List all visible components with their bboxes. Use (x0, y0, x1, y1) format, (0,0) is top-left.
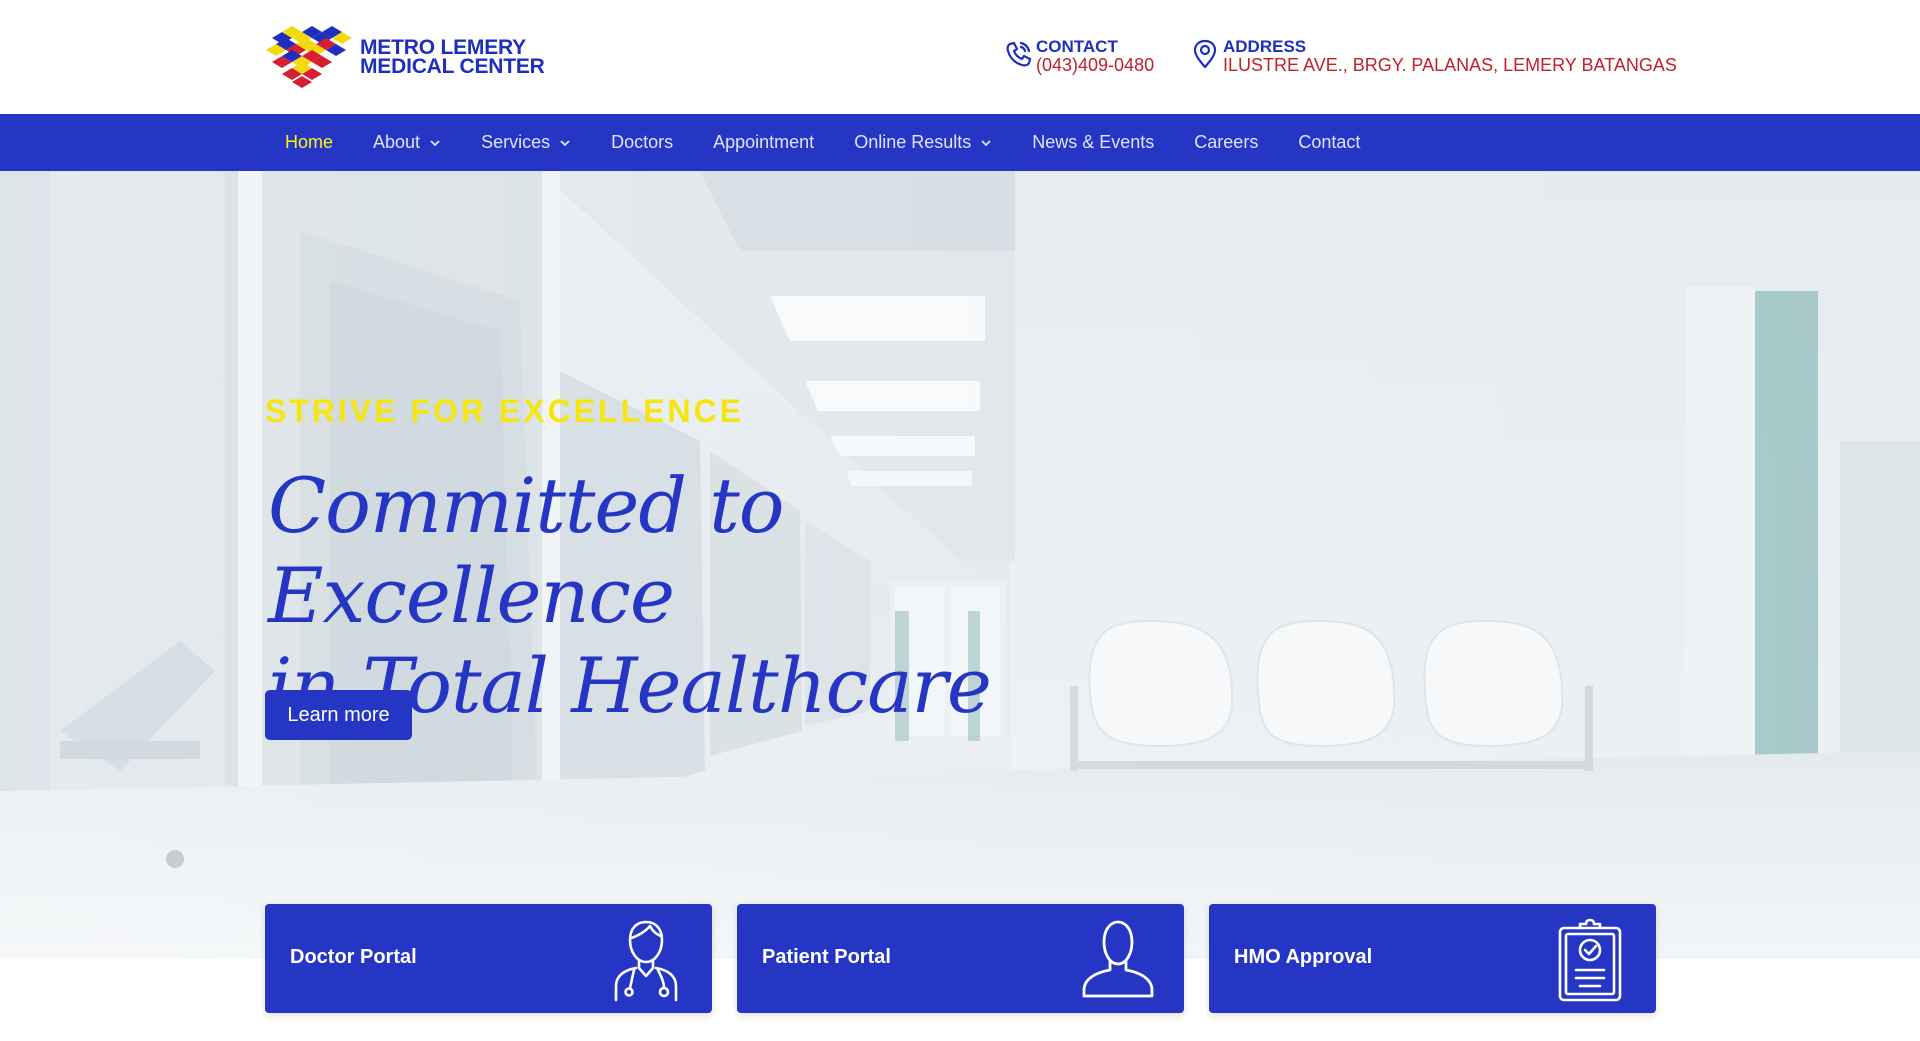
patient-portal-card[interactable]: Patient Portal (737, 904, 1184, 1013)
contact-label: CONTACT (1036, 37, 1118, 56)
card-label: Doctor Portal (290, 946, 417, 968)
nav-item-contact[interactable]: Contact (1278, 114, 1380, 171)
doctor-portal-card[interactable]: Doctor Portal (265, 904, 712, 1013)
contact-phone[interactable]: (043)409-0480 (1036, 56, 1154, 75)
clipboard-check-icon (1558, 918, 1622, 1002)
nav-item-news-events[interactable]: News & Events (1012, 114, 1174, 171)
nav-item-label: Contact (1298, 132, 1361, 152)
phone-icon (1006, 41, 1032, 67)
nav-item-label: Home (285, 132, 334, 152)
hero-section: STRIVE FOR EXCELLENCE Committed to Excel… (0, 171, 1920, 959)
learn-more-button[interactable]: Learn more (265, 690, 412, 740)
nav-item-label: Careers (1194, 132, 1259, 152)
main-nav: Home About Services Doctors Appointment … (0, 114, 1920, 171)
address-value: ILUSTRE AVE., BRGY. PALANAS, LEMERY BATA… (1223, 55, 1677, 75)
hmo-approval-card[interactable]: HMO Approval (1209, 904, 1656, 1013)
nav-item-label: Appointment (713, 132, 815, 152)
card-label: Patient Portal (762, 946, 891, 968)
card-label: HMO Approval (1234, 946, 1373, 968)
nav-items: Home About Services Doctors Appointment … (265, 114, 1380, 171)
doctor-icon (614, 920, 678, 1002)
header-address[interactable]: ADDRESS ILUSTRE AVE., BRGY. PALANAS, LEM… (1191, 37, 1677, 75)
chevron-down-icon (981, 139, 991, 146)
nav-item-label: About (373, 132, 421, 152)
site-header: METRO LEMERY MEDICAL CENTER CONTACT (043… (0, 0, 1920, 114)
nav-item-label: Online Results (854, 132, 972, 152)
nav-item-label: Doctors (611, 132, 674, 152)
nav-item-about[interactable]: About (353, 114, 461, 171)
logo-wordmark: METRO LEMERY MEDICAL CENTER (360, 37, 545, 78)
hero-eyebrow: STRIVE FOR EXCELLENCE (265, 393, 745, 429)
nav-item-careers[interactable]: Careers (1174, 114, 1278, 171)
page: METRO LEMERY MEDICAL CENTER CONTACT (043… (0, 0, 1920, 1041)
user-icon (1082, 920, 1154, 998)
nav-item-services[interactable]: Services (461, 114, 591, 171)
nav-item-doctors[interactable]: Doctors (591, 114, 693, 171)
logo-line-2: MEDICAL CENTER (360, 55, 545, 78)
nav-item-home[interactable]: Home (265, 114, 353, 171)
site-logo[interactable]: METRO LEMERY MEDICAL CENTER (264, 24, 545, 90)
nav-item-online-results[interactable]: Online Results (834, 114, 1012, 171)
nav-item-label: News & Events (1032, 132, 1155, 152)
header-contact[interactable]: CONTACT (043)409-0480 (1004, 37, 1154, 75)
diamond-tiles-logo-icon (266, 26, 352, 88)
nav-item-label: Services (481, 132, 551, 152)
map-pin-icon (1193, 39, 1217, 69)
hero-headline-line-1: Committed to Excellence (268, 461, 785, 640)
address-label: ADDRESS (1223, 37, 1307, 56)
nav-item-appointment[interactable]: Appointment (693, 114, 834, 171)
portal-cards: Doctor Portal Patient Portal HMO Approva… (265, 904, 1656, 1013)
chevron-down-icon (560, 139, 570, 146)
chevron-down-icon (430, 139, 440, 146)
